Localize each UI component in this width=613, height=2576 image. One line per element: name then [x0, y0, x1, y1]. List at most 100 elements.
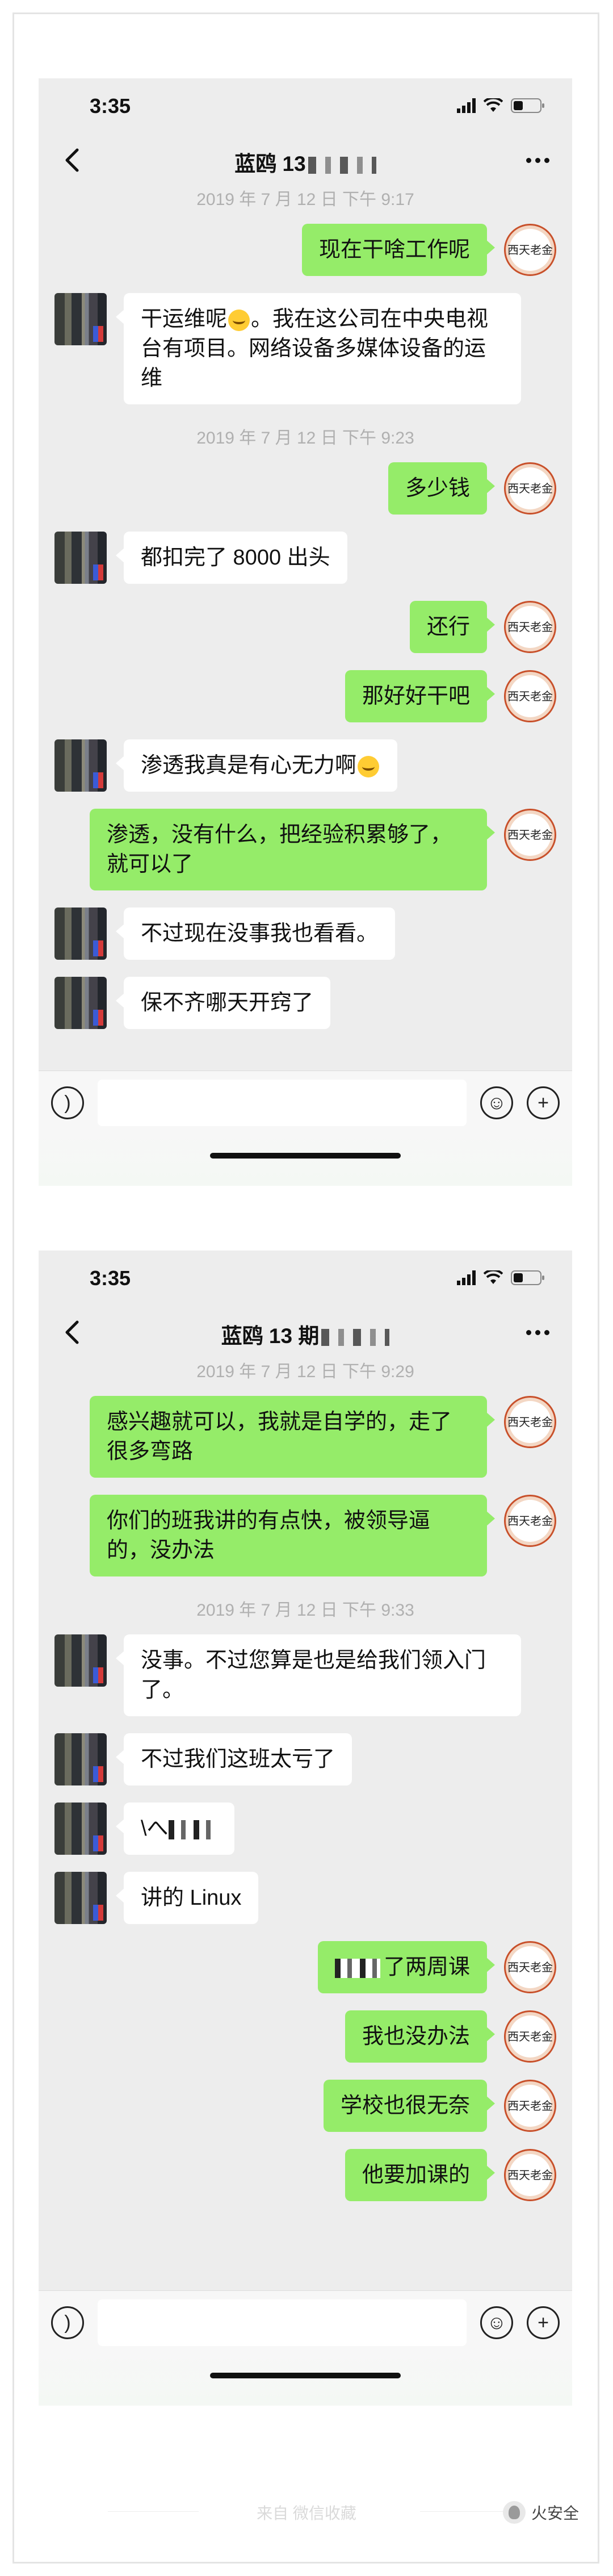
- message-incoming: 保不齐哪天开窍了: [39, 977, 572, 1029]
- message-bubble[interactable]: 你们的班我讲的有点快，被领导逼的，没办法: [90, 1495, 495, 1576]
- status-bar: 3:35: [39, 1251, 572, 1310]
- message-incoming: 不过我们这班太亏了: [39, 1733, 572, 1785]
- input-bar: ) ☺ +: [39, 2290, 572, 2355]
- message-outgoing: 你们的班我讲的有点快，被领导逼的，没办法 西天老金: [39, 1495, 572, 1576]
- input-bar: ) ☺ +: [39, 1070, 572, 1135]
- more-options-icon[interactable]: [526, 1330, 549, 1335]
- message-bubble[interactable]: 都扣完了 8000 出头: [116, 532, 347, 584]
- avatar-self[interactable]: 西天老金: [504, 2010, 556, 2063]
- emoji-icon[interactable]: ☺: [480, 2306, 513, 2339]
- avatar-self[interactable]: 西天老金: [504, 601, 556, 653]
- message-bubble[interactable]: 不过现在没事我也看看。: [115, 908, 396, 960]
- message-incoming: 都扣完了 8000 出头: [39, 532, 572, 584]
- timestamp: 2019 年 7 月 12 日 下午 9:17: [196, 190, 414, 209]
- chat-title: 蓝鸥 13: [39, 147, 572, 177]
- message-outgoing: 还行 西天老金: [39, 601, 572, 653]
- avatar-self[interactable]: 西天老金: [504, 1396, 556, 1448]
- message-bubble[interactable]: 学校也很无奈: [323, 2080, 496, 2132]
- sweat-smile-emoji-icon: [228, 309, 250, 331]
- avatar-self[interactable]: 西天老金: [504, 2080, 556, 2132]
- brand-logo-icon: [502, 2501, 526, 2524]
- wifi-icon: [484, 98, 503, 112]
- message-input[interactable]: [98, 1080, 467, 1126]
- avatar-self[interactable]: 西天老金: [504, 1495, 556, 1547]
- emoji-icon[interactable]: ☺: [480, 1086, 513, 1119]
- status-time: 3:35: [90, 1266, 131, 1290]
- message-bubble[interactable]: 没事。不过您算是也是给我们领入门了。: [116, 1634, 521, 1716]
- message-list: 2019 年 7 月 12 日 下午 9:29 感兴趣就可以，我就是自学的，走了…: [39, 1355, 572, 2290]
- signal-icon: [457, 98, 476, 113]
- message-bubble[interactable]: 那好好干吧: [345, 670, 496, 722]
- home-indicator: [39, 2355, 572, 2406]
- avatar-other[interactable]: [54, 739, 107, 792]
- avatar-self[interactable]: 西天老金: [504, 2149, 556, 2201]
- message-bubble[interactable]: 现在干啥工作呢: [301, 224, 496, 276]
- voice-icon[interactable]: ): [51, 1086, 84, 1119]
- message-outgoing: 那好好干吧 西天老金: [39, 670, 572, 722]
- timestamp: 2019 年 7 月 12 日 下午 9:33: [196, 1601, 414, 1620]
- status-bar: 3:35: [39, 78, 572, 137]
- chat-screenshot-2: 3:35 蓝鸥 13 期 2019 年 7 月 12 日 下午 9:29 感兴趣…: [39, 1251, 572, 2406]
- avatar-self[interactable]: 西天老金: [504, 224, 556, 276]
- redacted-mosaic: [334, 1958, 380, 1978]
- message-bubble[interactable]: 我也没办法: [345, 2010, 496, 2063]
- message-bubble[interactable]: 他要加课的: [345, 2149, 496, 2201]
- avatar-other[interactable]: [54, 908, 107, 960]
- message-incoming: 不过现在没事我也看看。: [39, 908, 572, 960]
- message-bubble[interactable]: 感兴趣就可以，我就是自学的，走了很多弯路: [90, 1396, 495, 1478]
- avatar-self[interactable]: 西天老金: [504, 1941, 556, 1993]
- message-outgoing: 渗透，没有什么，把经验积累够了，就可以了 西天老金: [39, 809, 572, 890]
- wifi-icon: [484, 1270, 503, 1284]
- message-incoming: \へ: [39, 1803, 572, 1855]
- message-outgoing: 了两周课 西天老金: [39, 1941, 572, 1993]
- message-bubble[interactable]: \へ: [116, 1803, 234, 1855]
- more-options-icon[interactable]: [526, 158, 549, 163]
- message-incoming: 渗透我真是有心无力啊: [39, 739, 572, 792]
- avatar-other[interactable]: [54, 532, 107, 584]
- message-incoming: 讲的 Linux: [39, 1872, 572, 1924]
- redacted-mosaic: [308, 157, 376, 174]
- avatar-other[interactable]: [54, 1733, 107, 1785]
- message-outgoing: 多少钱 西天老金: [39, 462, 572, 515]
- status-time: 3:35: [90, 94, 131, 118]
- redacted-mosaic: [321, 1329, 390, 1346]
- chat-header: 蓝鸥 13: [39, 137, 572, 183]
- avatar-other[interactable]: [54, 293, 107, 345]
- timestamp: 2019 年 7 月 12 日 下午 9:29: [196, 1362, 414, 1381]
- message-bubble[interactable]: 了两周课: [317, 1941, 496, 1993]
- avatar-self[interactable]: 西天老金: [504, 462, 556, 515]
- status-icons: [457, 1270, 545, 1286]
- plus-icon[interactable]: +: [527, 2306, 560, 2339]
- message-bubble[interactable]: 还行: [409, 601, 496, 653]
- message-bubble[interactable]: 不过我们这班太亏了: [115, 1733, 352, 1785]
- avatar-self[interactable]: 西天老金: [504, 809, 556, 861]
- watermark: 火安全: [502, 2501, 579, 2524]
- message-bubble[interactable]: 多少钱: [388, 462, 496, 515]
- avatar-other[interactable]: [54, 977, 107, 1029]
- message-bubble[interactable]: 干运维呢 。我在这公司在中央电视台有项目。网络设备多媒体设备的运维: [116, 293, 521, 404]
- status-icons: [457, 98, 545, 114]
- message-outgoing: 现在干啥工作呢 西天老金: [39, 224, 572, 276]
- message-outgoing: 他要加课的 西天老金: [39, 2149, 572, 2201]
- voice-icon[interactable]: ): [51, 2306, 84, 2339]
- message-input[interactable]: [98, 2299, 467, 2346]
- page-footer: 来自 微信收藏 火安全: [0, 2494, 613, 2528]
- home-indicator: [39, 1135, 572, 1186]
- redacted-mosaic: [168, 1820, 214, 1839]
- message-incoming: 没事。不过您算是也是给我们领入门了。: [39, 1634, 572, 1716]
- plus-icon[interactable]: +: [527, 1086, 560, 1119]
- message-bubble[interactable]: 讲的 Linux: [115, 1872, 259, 1924]
- message-outgoing: 感兴趣就可以，我就是自学的，走了很多弯路 西天老金: [39, 1396, 572, 1478]
- timestamp: 2019 年 7 月 12 日 下午 9:23: [196, 429, 414, 448]
- message-bubble[interactable]: 保不齐哪天开窍了: [115, 977, 331, 1029]
- avatar-other[interactable]: [54, 1872, 107, 1924]
- avatar-self[interactable]: 西天老金: [504, 670, 556, 722]
- message-outgoing: 学校也很无奈 西天老金: [39, 2080, 572, 2132]
- avatar-other[interactable]: [54, 1803, 107, 1855]
- message-bubble[interactable]: 渗透我真是有心无力啊: [115, 739, 398, 792]
- battery-icon: [511, 98, 544, 113]
- avatar-other[interactable]: [54, 1634, 107, 1687]
- message-bubble[interactable]: 渗透，没有什么，把经验积累够了，就可以了: [90, 809, 495, 890]
- message-list: 2019 年 7 月 12 日 下午 9:17 现在干啥工作呢 西天老金 干运维…: [39, 183, 572, 1070]
- message-outgoing: 我也没办法 西天老金: [39, 2010, 572, 2063]
